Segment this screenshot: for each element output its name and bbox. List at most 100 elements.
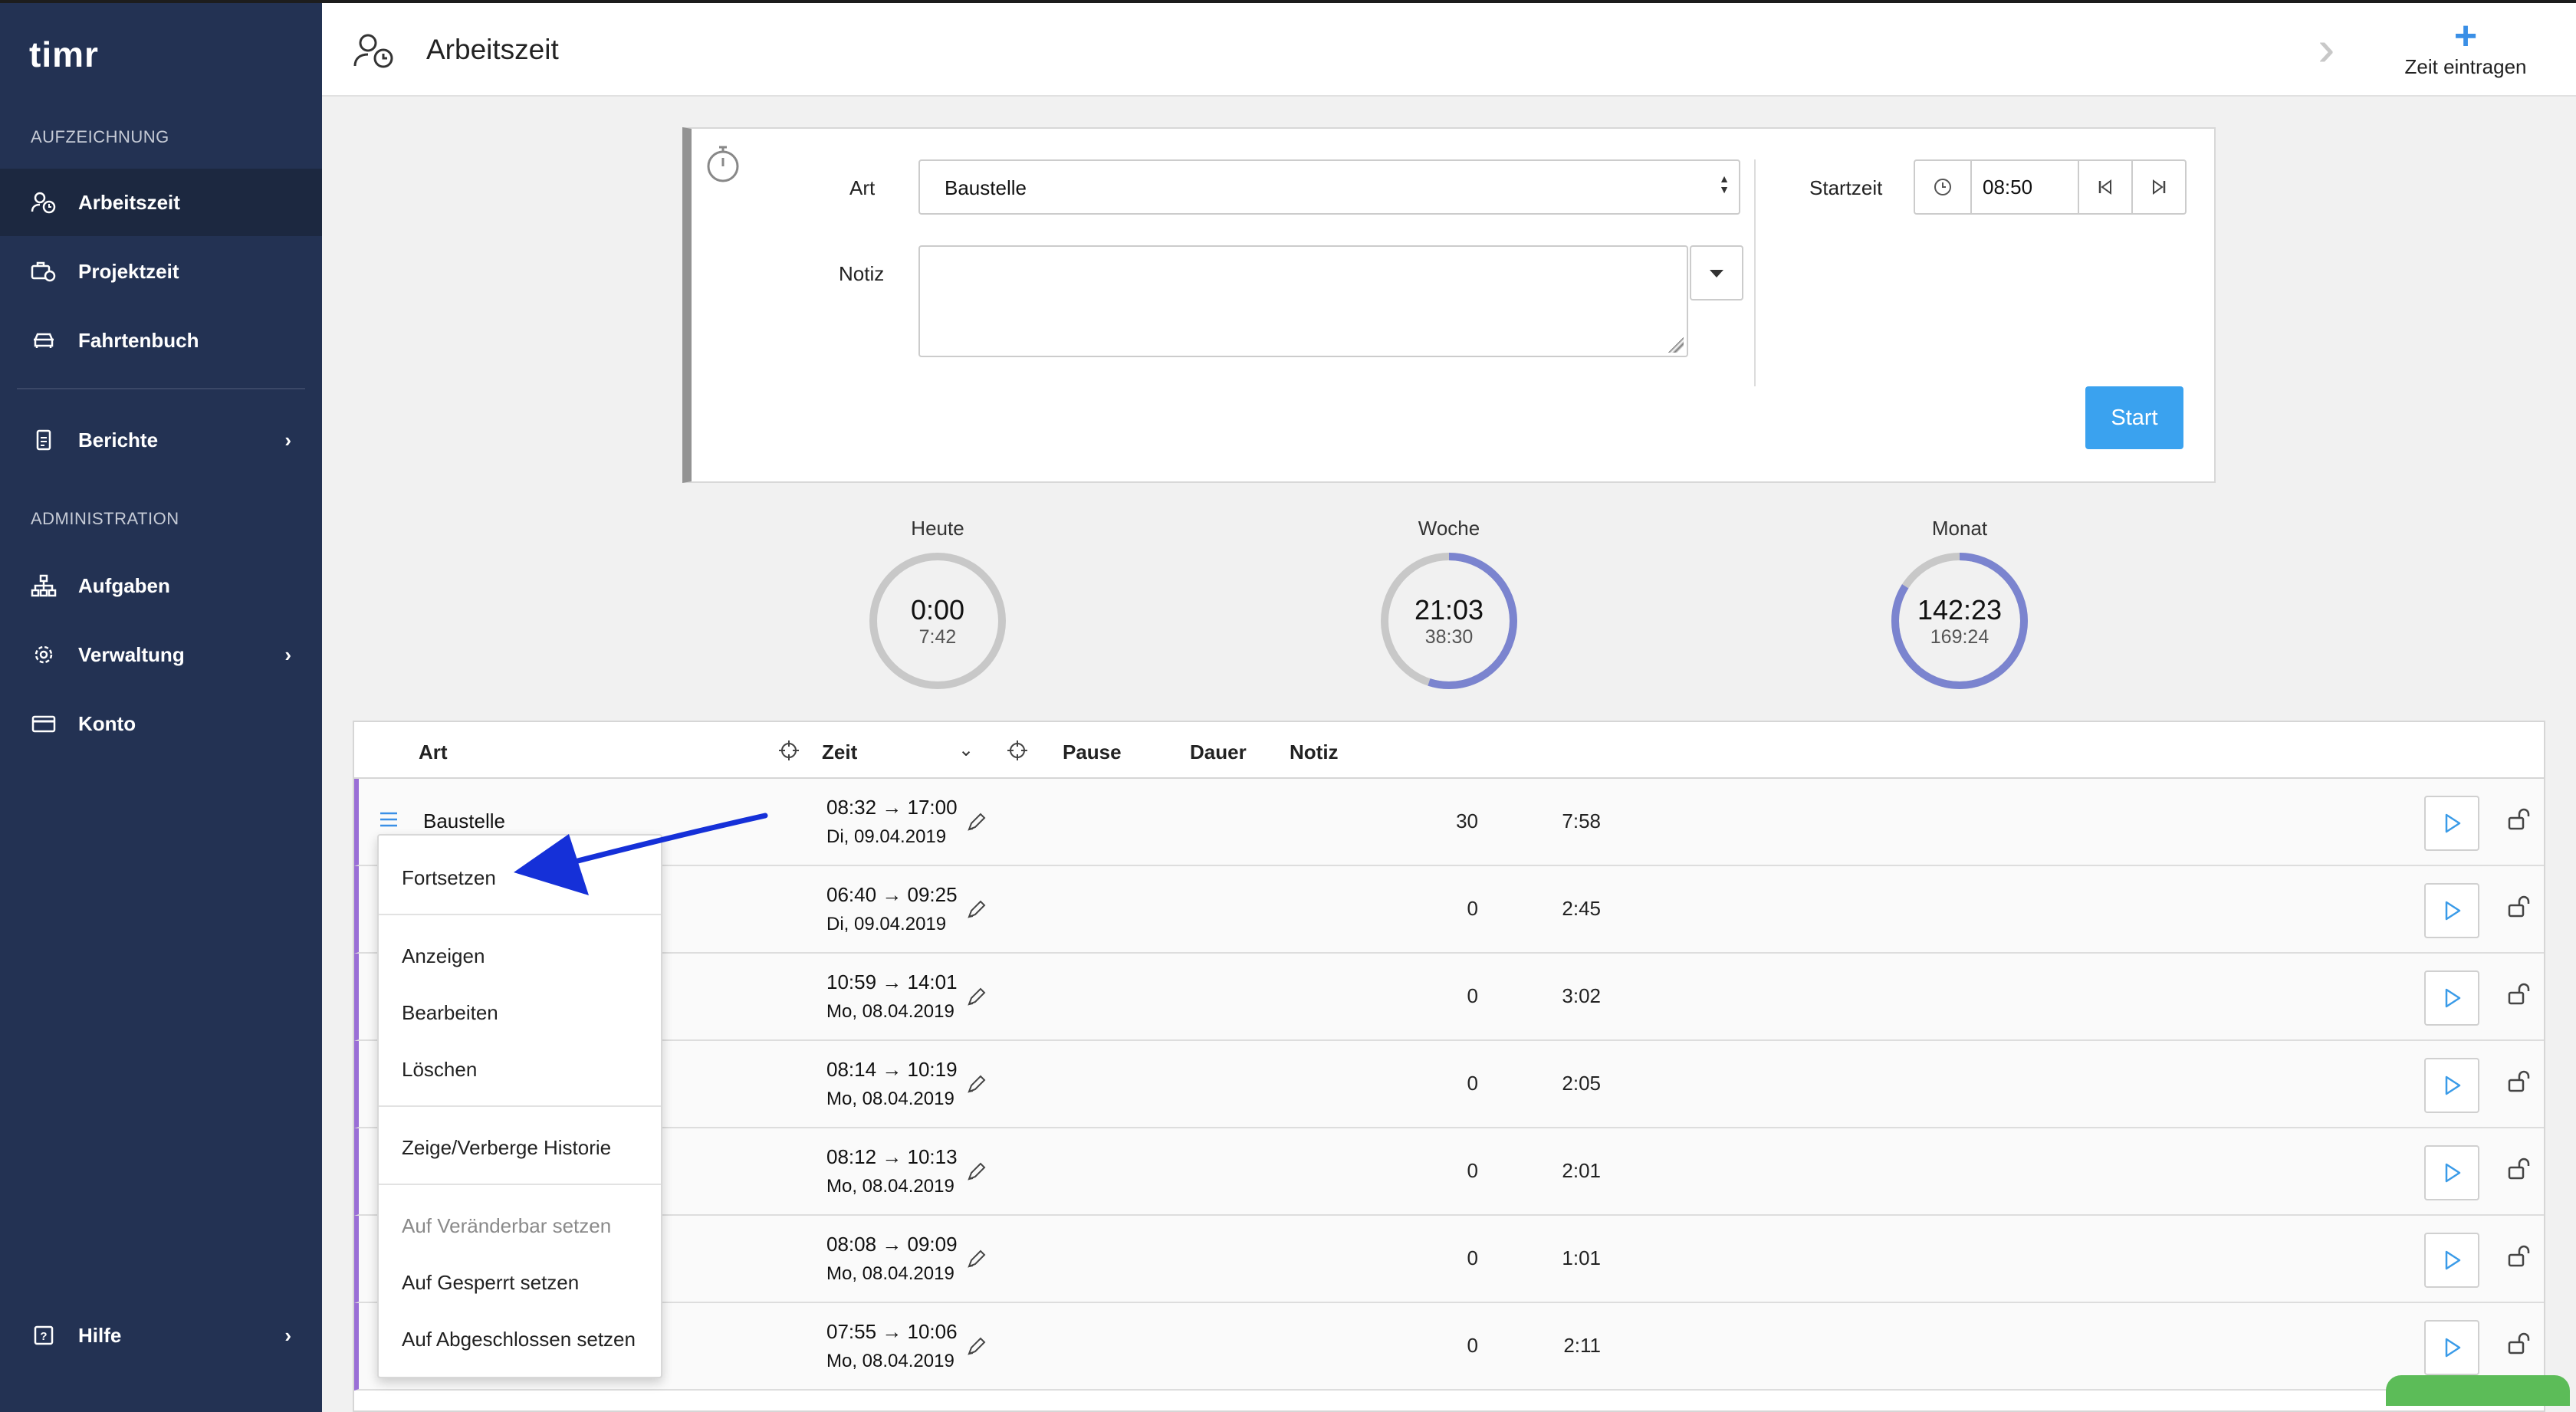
play-button[interactable] [2424, 1145, 2479, 1200]
row-time-range: 07:55 → 10:06 [826, 1320, 958, 1343]
sidebar-item-konto[interactable]: Konto [0, 690, 322, 757]
hamburger-menu-icon[interactable] [379, 811, 399, 832]
notiz-dropdown-button[interactable] [1690, 245, 1743, 300]
menu-item-historie[interactable]: Zeige/Verberge Historie [402, 1136, 611, 1160]
crosshair-icon[interactable] [1006, 739, 1029, 766]
menu-item-bearbeiten[interactable]: Bearbeiten [402, 1001, 498, 1025]
play-button[interactable] [2424, 1233, 2479, 1288]
help-icon: ? [31, 1324, 57, 1347]
start-button[interactable]: Start [2085, 386, 2183, 449]
report-icon [31, 429, 57, 452]
menu-item-loeschen[interactable]: Löschen [402, 1058, 477, 1082]
row-time-range: 06:40 → 09:25 [826, 883, 958, 906]
menu-item-gesperrt[interactable]: Auf Gesperrt setzen [402, 1271, 579, 1295]
sidebar-item-label: Berichte [78, 428, 159, 452]
play-icon [2441, 1074, 2463, 1097]
sidebar-item-aufgaben[interactable]: Aufgaben [0, 552, 322, 619]
column-header-dauer[interactable]: Dauer [1190, 740, 1247, 764]
sidebar-item-hilfe[interactable]: ? Hilfe › [0, 1302, 322, 1369]
row-dauer: 2:11 [1563, 1334, 1601, 1357]
pencil-icon[interactable] [964, 811, 987, 838]
menu-item-anzeigen[interactable]: Anzeigen [402, 944, 485, 968]
play-button[interactable] [2424, 1058, 2479, 1113]
chat-widget-button[interactable] [2386, 1375, 2570, 1406]
progress-ring: 0:00 7:42 [868, 551, 1007, 691]
pencil-icon[interactable] [964, 986, 987, 1013]
unlock-icon[interactable] [2507, 895, 2533, 922]
unlock-icon[interactable] [2507, 808, 2533, 835]
sidebar-item-berichte[interactable]: Berichte › [0, 406, 322, 474]
car-icon [31, 329, 57, 352]
play-icon [2441, 987, 2463, 1010]
row-pause: 0 [1467, 1246, 1478, 1269]
briefcase-clock-icon [31, 260, 57, 283]
column-header-art[interactable]: Art [419, 740, 448, 764]
menu-divider [379, 1184, 661, 1185]
art-label: Art [849, 176, 876, 199]
hierarchy-icon [31, 574, 57, 597]
row-dauer: 2:01 [1562, 1159, 1601, 1182]
row-pause: 0 [1467, 984, 1478, 1007]
unlock-icon[interactable] [2507, 1158, 2533, 1184]
stat-monat: Monat 142:23 169:24 [1868, 517, 2052, 691]
timr-logo[interactable]: timr [29, 34, 99, 75]
pencil-icon[interactable] [964, 1248, 987, 1275]
table-row[interactable]: 10:59 → 14:01 Mo, 08.04.2019 0 3:02 [354, 954, 2544, 1041]
unlock-icon[interactable] [2507, 983, 2533, 1010]
notiz-label: Notiz [839, 262, 885, 285]
svg-text:?: ? [40, 1330, 47, 1343]
pencil-icon[interactable] [964, 1161, 987, 1187]
row-time-range: 08:12 → 10:13 [826, 1145, 958, 1168]
play-button[interactable] [2424, 796, 2479, 851]
table-row[interactable]: 08:12 → 10:13 Mo, 08.04.2019 0 2:01 [354, 1128, 2544, 1216]
sidebar-item-label: Hilfe [78, 1323, 122, 1347]
row-pause: 0 [1467, 1159, 1478, 1182]
table-row[interactable]: 08:08 → 09:09 Mo, 08.04.2019 0 1:01 [354, 1216, 2544, 1303]
chevron-down-icon[interactable]: ⌄ [958, 739, 974, 761]
add-time-button[interactable]: + Zeit eintragen [2404, 16, 2527, 79]
table-row[interactable]: 07:55 → 10:06 Mo, 08.04.2019 0 2:11 [354, 1303, 2544, 1391]
stat-label: Monat [1931, 517, 1988, 540]
resize-handle-icon[interactable] [1668, 337, 1684, 353]
sidebar-item-verwaltung[interactable]: Verwaltung › [0, 621, 322, 688]
menu-item-fortsetzen[interactable]: Fortsetzen [402, 866, 496, 890]
sidebar-item-arbeitszeit[interactable]: Arbeitszeit [0, 169, 322, 236]
progress-ring: 21:03 38:30 [1379, 551, 1519, 691]
unlock-icon[interactable] [2507, 1332, 2533, 1359]
sidebar-item-projektzeit[interactable]: Projektzeit [0, 238, 322, 305]
person-clock-icon [31, 191, 57, 214]
skip-back-icon[interactable] [2079, 161, 2133, 213]
unlock-icon[interactable] [2507, 1245, 2533, 1272]
stat-value: 21:03 [1414, 594, 1484, 626]
clock-icon[interactable] [1915, 161, 1972, 213]
art-select[interactable]: Baustelle ▲ ▼ [918, 159, 1740, 215]
notiz-textarea[interactable] [918, 245, 1688, 357]
startzeit-input[interactable]: 08:50 [1972, 161, 2079, 213]
column-header-notiz[interactable]: Notiz [1290, 740, 1339, 764]
pencil-icon[interactable] [964, 898, 987, 925]
stat-target: 38:30 [1424, 626, 1474, 648]
play-icon [2441, 1161, 2463, 1184]
crosshair-icon[interactable] [777, 739, 800, 766]
stat-target: 7:42 [918, 626, 957, 648]
select-arrows-icon: ▲ ▼ [1719, 172, 1730, 195]
row-pause: 30 [1456, 809, 1478, 832]
progress-ring: 142:23 169:24 [1890, 551, 2029, 691]
unlock-icon[interactable] [2507, 1070, 2533, 1097]
stat-target: 169:24 [1930, 626, 1990, 648]
menu-item-abgeschlossen[interactable]: Auf Abgeschlossen setzen [402, 1328, 636, 1351]
row-date: Mo, 08.04.2019 [826, 1351, 955, 1371]
page-title: Arbeitszeit [426, 34, 559, 65]
column-header-pause[interactable]: Pause [1063, 740, 1122, 764]
play-button[interactable] [2424, 1320, 2479, 1375]
play-button[interactable] [2424, 883, 2479, 938]
pencil-icon[interactable] [964, 1335, 987, 1362]
sidebar-item-label: Aufgaben [78, 573, 170, 597]
column-header-zeit[interactable]: Zeit [822, 740, 857, 764]
sidebar-item-fahrtenbuch[interactable]: Fahrtenbuch [0, 307, 322, 374]
row-context-menu: Fortsetzen Anzeigen Bearbeiten Löschen Z… [377, 834, 662, 1378]
table-row[interactable]: 08:14 → 10:19 Mo, 08.04.2019 0 2:05 [354, 1041, 2544, 1128]
play-button[interactable] [2424, 970, 2479, 1026]
skip-forward-icon[interactable] [2133, 161, 2185, 213]
pencil-icon[interactable] [964, 1073, 987, 1100]
